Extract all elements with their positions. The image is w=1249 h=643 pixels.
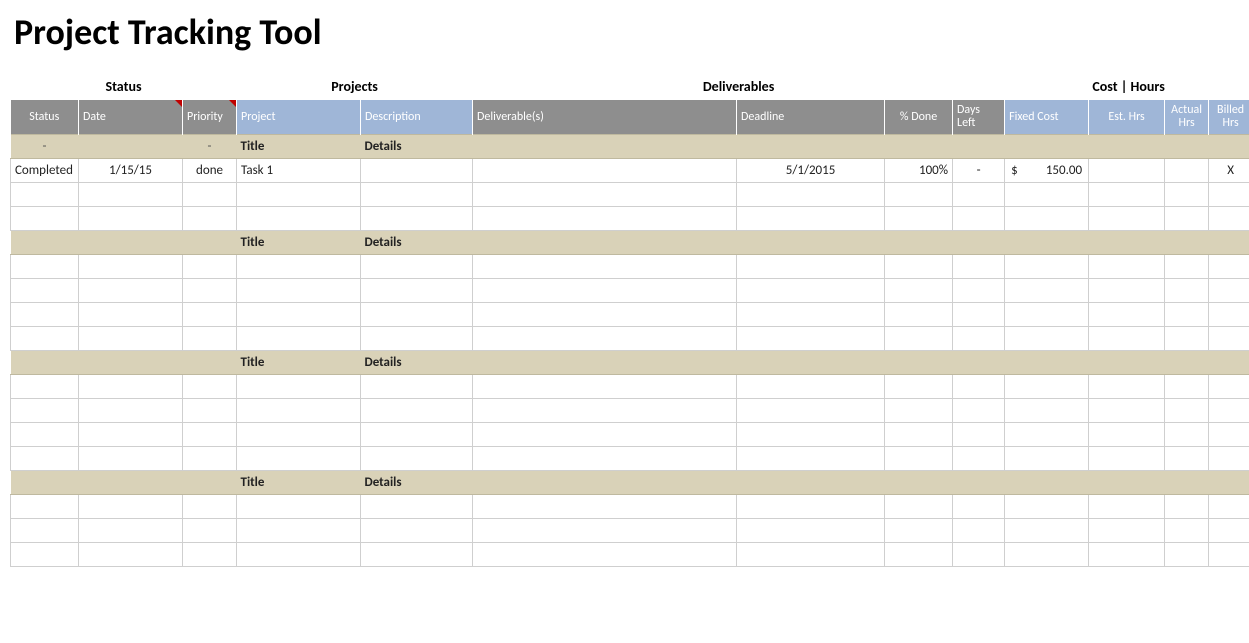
table-row bbox=[11, 375, 1249, 399]
table-row bbox=[11, 207, 1249, 231]
group-projects: Projects bbox=[237, 74, 473, 100]
group-header-row: Status Projects Deliverables Cost | Hour… bbox=[11, 74, 1249, 100]
section-row: - - Title Details bbox=[11, 135, 1249, 159]
cell-deadline[interactable]: 5/1/2015 bbox=[737, 159, 885, 183]
fixed-amount: 150.00 bbox=[1046, 163, 1082, 178]
col-fixedcost[interactable]: Fixed Cost bbox=[1005, 100, 1089, 135]
group-deliverables: Deliverables bbox=[473, 74, 1005, 100]
table-row: Completed 1/15/15 done Task 1 5/1/2015 1… bbox=[11, 159, 1249, 183]
section-details-label[interactable]: Details bbox=[361, 231, 1249, 255]
cell-fixedcost[interactable]: $ 150.00 bbox=[1005, 159, 1089, 183]
col-pctdone[interactable]: % Done bbox=[885, 100, 953, 135]
table-row bbox=[11, 327, 1249, 351]
group-cost-hours: Cost | Hours bbox=[1005, 74, 1249, 100]
section-title-label[interactable]: Title bbox=[237, 231, 361, 255]
cell-priority[interactable]: done bbox=[183, 159, 237, 183]
section-title-label[interactable]: Title bbox=[237, 351, 361, 375]
page-title: Project Tracking Tool bbox=[14, 10, 1239, 54]
col-deadline[interactable]: Deadline bbox=[737, 100, 885, 135]
cell-project[interactable]: Task 1 bbox=[237, 159, 361, 183]
col-status[interactable]: Status bbox=[11, 100, 79, 135]
column-header-row: Status Date Priority Project Description… bbox=[11, 100, 1249, 135]
cell-billedhrs[interactable]: X bbox=[1209, 159, 1249, 183]
table-row bbox=[11, 495, 1249, 519]
section-row: Title Details bbox=[11, 471, 1249, 495]
col-date[interactable]: Date bbox=[79, 100, 183, 135]
section-row: Title Details bbox=[11, 351, 1249, 375]
section-title-label[interactable]: Title bbox=[237, 135, 361, 159]
section-dash: - bbox=[183, 135, 237, 159]
col-priority[interactable]: Priority bbox=[183, 100, 237, 135]
cell-esthrs[interactable] bbox=[1089, 159, 1165, 183]
col-description[interactable]: Description bbox=[361, 100, 473, 135]
col-deliverable[interactable]: Deliverable(s) bbox=[473, 100, 737, 135]
section-details-label[interactable]: Details bbox=[361, 135, 1249, 159]
table-row bbox=[11, 423, 1249, 447]
col-billedhrs[interactable]: Billed Hrs bbox=[1209, 100, 1249, 135]
col-esthrs[interactable]: Est. Hrs bbox=[1089, 100, 1165, 135]
section-details-label[interactable]: Details bbox=[361, 471, 1249, 495]
table-row bbox=[11, 519, 1249, 543]
table-row bbox=[11, 543, 1249, 567]
table-row bbox=[11, 303, 1249, 327]
section-details-label[interactable]: Details bbox=[361, 351, 1249, 375]
currency-symbol: $ bbox=[1011, 163, 1018, 178]
col-actualhrs[interactable]: Actual Hrs bbox=[1165, 100, 1209, 135]
section-row: Title Details bbox=[11, 231, 1249, 255]
col-daysleft[interactable]: Days Left bbox=[953, 100, 1005, 135]
table-row bbox=[11, 447, 1249, 471]
cell-pctdone[interactable]: 100% bbox=[885, 159, 953, 183]
cell-description[interactable] bbox=[361, 159, 473, 183]
col-project[interactable]: Project bbox=[237, 100, 361, 135]
table-row bbox=[11, 183, 1249, 207]
cell-status[interactable]: Completed bbox=[11, 159, 79, 183]
cell-actualhrs[interactable] bbox=[1165, 159, 1209, 183]
table-row bbox=[11, 279, 1249, 303]
table-row bbox=[11, 255, 1249, 279]
cell-deliverable[interactable] bbox=[473, 159, 737, 183]
section-title-label[interactable]: Title bbox=[237, 471, 361, 495]
section-dash: - bbox=[11, 135, 79, 159]
tracking-table: Status Projects Deliverables Cost | Hour… bbox=[10, 74, 1249, 567]
table-row bbox=[11, 399, 1249, 423]
cell-date[interactable]: 1/15/15 bbox=[79, 159, 183, 183]
group-status: Status bbox=[11, 74, 237, 100]
cell-daysleft[interactable]: - bbox=[953, 159, 1005, 183]
